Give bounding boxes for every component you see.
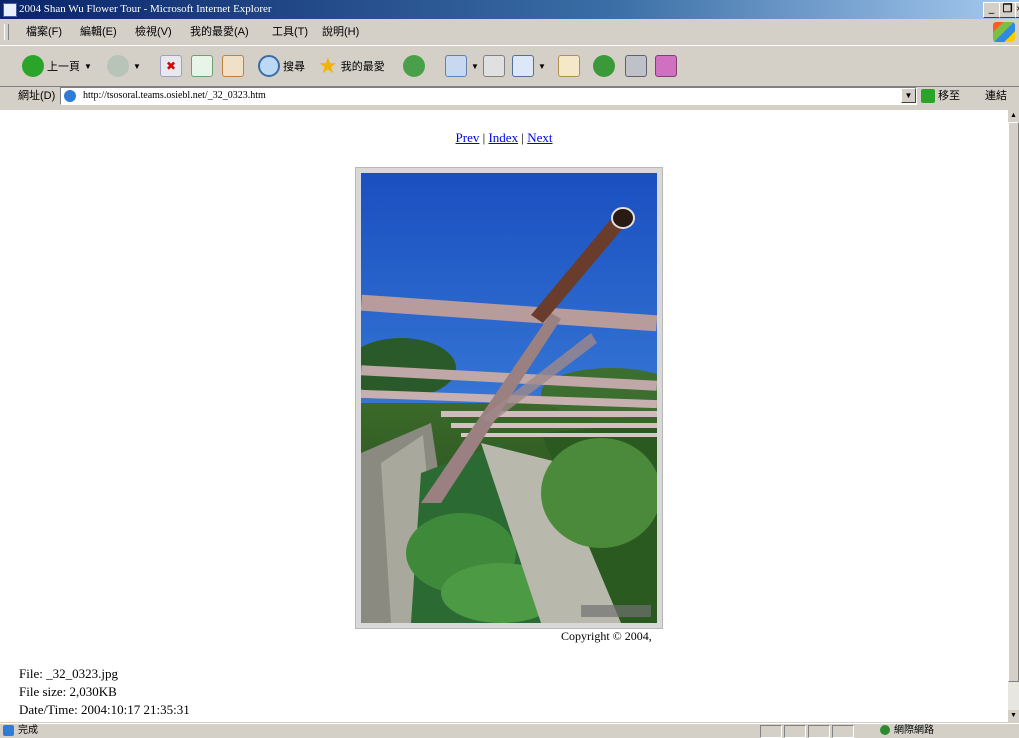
globe-icon: [880, 725, 890, 736]
forward-button[interactable]: ▼: [107, 51, 141, 81]
links-button[interactable]: 連結: [985, 86, 1007, 106]
copyright-text: Copyright © 2004,: [561, 629, 652, 643]
history-icon: [403, 55, 425, 77]
ie-app-icon[interactable]: [3, 3, 17, 17]
window-title: 2004 Shan Wu Flower Tour - Microsoft Int…: [19, 3, 272, 15]
zone-label: 網際網路: [894, 725, 934, 736]
prev-link[interactable]: Prev: [456, 130, 480, 145]
forward-arrow-icon: [107, 55, 129, 77]
scroll-up-button[interactable]: ▲: [1008, 110, 1019, 122]
status-pane: [760, 725, 782, 738]
chevron-down-icon: ▼: [471, 61, 479, 71]
stop-button[interactable]: ✖: [160, 51, 182, 81]
status-pane: [808, 725, 830, 738]
page-icon: [64, 90, 76, 102]
windows-logo-icon: [993, 22, 1015, 42]
chevron-down-icon: ▼: [538, 61, 546, 71]
address-input[interactable]: http://tsosoral.teams.osiebl.net/_32_032…: [60, 87, 917, 105]
file-name: File: _32_0323.jpg: [19, 666, 118, 681]
edit-button[interactable]: ▼: [512, 51, 546, 81]
garden-pergola-photo: [361, 173, 657, 623]
vertical-scrollbar[interactable]: ▲ ▼: [1008, 110, 1019, 722]
menu-grip[interactable]: [4, 24, 9, 40]
media-icon: [625, 55, 647, 77]
menu-bar: 檔案(F) 編輯(E) 檢視(V) 我的最愛(A) 工具(T) 說明(H): [0, 21, 1019, 43]
status-text: 完成: [18, 725, 38, 736]
back-arrow-icon: [22, 55, 44, 77]
chevron-down-icon: ▼: [84, 61, 92, 71]
status-bar: 完成 網際網路: [0, 723, 1019, 738]
address-url: http://tsosoral.teams.osiebl.net/_32_032…: [83, 90, 266, 101]
stop-icon: ✖: [160, 55, 182, 77]
address-label: 網址(D): [18, 90, 56, 102]
home-icon: [222, 55, 244, 77]
file-metadata: File: _32_0323.jpg File size: 2,030KB Da…: [19, 665, 190, 719]
go-arrow-icon: [921, 89, 935, 103]
favorites-button[interactable]: ★ 我的最愛: [318, 51, 385, 81]
favorites-label: 我的最愛: [340, 61, 385, 73]
standard-toolbar: 上一頁 ▼ ▼ ✖ 搜尋 ★ 我的最愛 ▼ ▼: [0, 45, 1019, 87]
menu-favorites[interactable]: 我的最愛(A): [190, 21, 249, 43]
menu-view[interactable]: 檢視(V): [135, 21, 172, 43]
history-button[interactable]: [403, 51, 425, 81]
page-viewport: Prev | Index | Next Copyright © 2004, Fi…: [0, 110, 1008, 722]
refresh-button[interactable]: [191, 51, 213, 81]
file-datetime: Date/Time: 2004:10:17 21:35:31: [19, 702, 190, 717]
search-button[interactable]: 搜尋: [258, 51, 305, 81]
mail-icon: [445, 55, 467, 77]
status-pane: [784, 725, 806, 738]
index-link[interactable]: Index: [488, 130, 518, 145]
file-size: File size: 2,030KB: [19, 684, 117, 699]
search-label: 搜尋: [283, 61, 305, 73]
extra-button[interactable]: [655, 51, 677, 81]
address-dropdown-button[interactable]: ▼: [901, 88, 916, 103]
extra-icon: [655, 55, 677, 77]
maximize-button[interactable]: ❐: [999, 2, 1016, 18]
refresh-icon: [191, 55, 213, 77]
edit-icon: [512, 55, 534, 77]
scroll-down-button[interactable]: ▼: [1008, 710, 1019, 722]
security-zone: 網際網路: [880, 724, 934, 738]
menu-help[interactable]: 說明(H): [322, 21, 359, 43]
messenger-button[interactable]: [593, 51, 615, 81]
messenger-icon: [593, 55, 615, 77]
mail-button[interactable]: ▼: [445, 51, 479, 81]
go-button[interactable]: 移至: [921, 88, 960, 104]
discuss-icon: [558, 55, 580, 77]
status-pane: [832, 725, 854, 738]
media-button[interactable]: [625, 51, 647, 81]
back-label: 上一頁: [47, 61, 80, 73]
minimize-button[interactable]: _: [983, 2, 1000, 18]
window-title-bar[interactable]: 2004 Shan Wu Flower Tour - Microsoft Int…: [0, 0, 1019, 19]
discuss-button[interactable]: [558, 51, 580, 81]
print-button[interactable]: [483, 51, 505, 81]
page-done-icon: [3, 725, 14, 736]
next-link[interactable]: Next: [527, 130, 552, 145]
photo-frame: [355, 167, 663, 629]
menu-file[interactable]: 檔案(F): [26, 21, 62, 43]
back-button[interactable]: 上一頁 ▼: [22, 51, 92, 81]
close-button[interactable]: ×: [1015, 2, 1019, 18]
menu-tools[interactable]: 工具(T): [272, 21, 308, 43]
search-icon: [258, 55, 280, 77]
star-icon: ★: [318, 53, 338, 78]
scroll-thumb[interactable]: [1008, 122, 1019, 682]
address-bar: 網址(D) http://tsosoral.teams.osiebl.net/_…: [0, 86, 1019, 106]
home-button[interactable]: [222, 51, 244, 81]
page-navigation: Prev | Index | Next: [0, 130, 1008, 146]
menu-edit[interactable]: 編輯(E): [80, 21, 117, 43]
go-label: 移至: [938, 90, 960, 102]
nav-separator: |: [518, 130, 528, 145]
print-icon: [483, 55, 505, 77]
chevron-down-icon: ▼: [133, 61, 141, 71]
